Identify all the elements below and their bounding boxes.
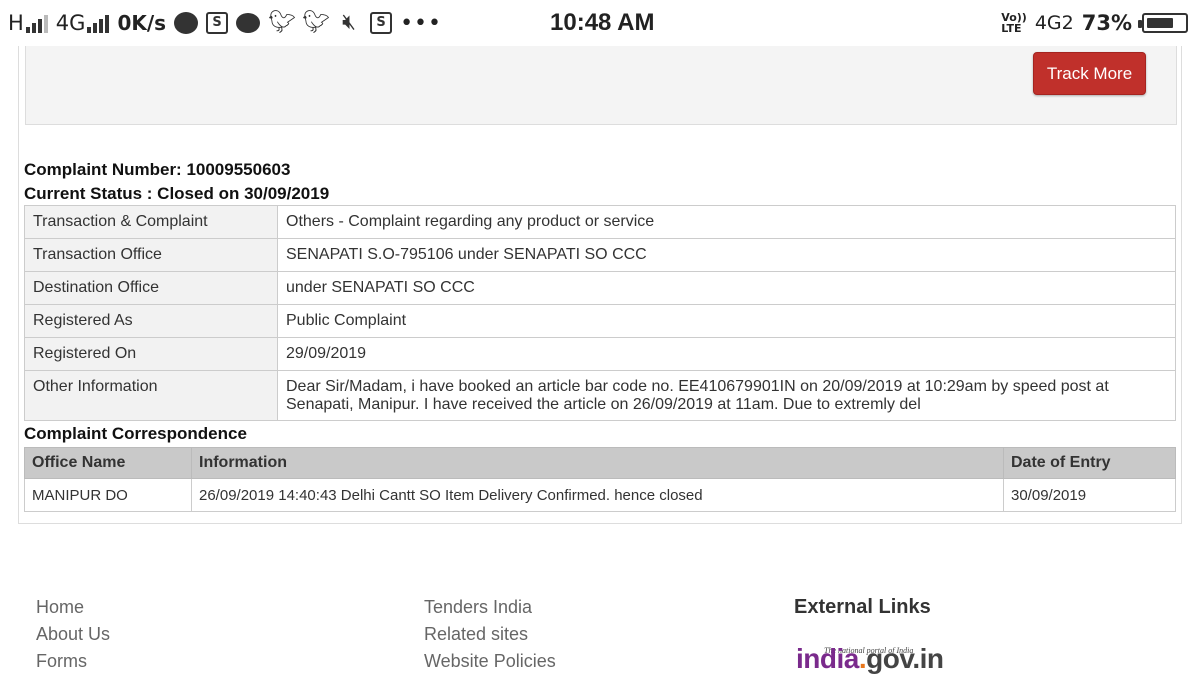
detail-value: Public Complaint [277,304,1176,338]
detail-value: Dear Sir/Madam, i have booked an article… [277,370,1176,421]
column-header: Date of Entry [1003,447,1176,479]
detail-value: SENAPATI S.O-795106 under SENAPATI SO CC… [277,238,1176,272]
shareit-icon: S [206,12,229,34]
detail-value: 29/09/2019 [277,337,1176,371]
detail-label: Registered As [24,304,278,338]
footer-link-home[interactable]: Home [36,594,110,621]
footer-link-about-us[interactable]: About Us [36,621,110,648]
complaint-number: Complaint Number: 10009550603 [24,160,291,179]
table-row: Other Information Dear Sir/Madam, i have… [24,370,1176,421]
volte-indicator: Vo)) LTE [1001,12,1027,34]
detail-label: Other Information [24,370,278,421]
table-row: MANIPUR DO 26/09/2019 14:40:43 Delhi Can… [24,478,1176,512]
detail-label: Registered On [24,337,278,371]
carrier-h: H [8,11,48,35]
table-row: Transaction Office SENAPATI S.O-795106 u… [24,238,1176,272]
complaint-header: Complaint Number: 10009550603 Current St… [24,158,329,206]
twitter-icon: 🐦︎ [302,10,330,35]
footer: Home About Us Forms Tenders India Relate… [0,590,1200,675]
clock: 10:48 AM [550,9,655,36]
signal-bars-icon [87,13,110,33]
india-gov-logo[interactable]: The national portal of India india.gov.i… [794,637,954,675]
status-bar-right: Vo)) LTE 4G2 73% [1001,0,1188,46]
footer-external-links: External Links The national portal of In… [794,594,954,675]
status-bar: H 4G 0K/s S 🐦︎ 🐦︎ 🔇︎ S ••• 10:48 AM Vo))… [0,0,1200,46]
track-more-button[interactable]: Track More [1033,52,1146,95]
network-type-label: 4G [55,11,86,35]
carrier-h-label: H [8,11,24,35]
complaint-details-table: Transaction & Complaint Others - Complai… [24,205,1176,421]
logo-gov: gov.in [866,643,944,674]
more-dots-icon: ••• [400,10,442,36]
network-4g: 4G [56,11,110,35]
correspondence-table: Office Name Information Date of Entry MA… [24,447,1176,512]
signal-bars-icon [25,13,48,33]
logo-wordmark: india.gov.in [796,643,944,675]
battery-icon [1138,13,1188,33]
network-4g2: 4G2 [1034,12,1074,34]
logo-india: india [796,643,859,674]
date-of-entry-cell: 30/09/2019 [1003,478,1176,512]
footer-link-website-policies[interactable]: Website Policies [424,648,556,675]
table-row: Destination Office under SENAPATI SO CCC [24,271,1176,305]
volte-bottom: LTE [1001,22,1022,35]
mute-icon: 🔇︎ [342,10,356,35]
column-header: Office Name [24,447,192,479]
footer-link-tenders-india[interactable]: Tenders India [424,594,556,621]
battery-percent: 73% [1081,11,1132,35]
battery-nub [1138,20,1142,28]
information-cell: 26/09/2019 14:40:43 Delhi Cantt SO Item … [191,478,1004,512]
status-bar-left: H 4G 0K/s S 🐦︎ 🐦︎ 🔇︎ S ••• [8,0,442,46]
footer-link-related-sites[interactable]: Related sites [424,621,556,648]
tracking-panel: Track More [25,46,1177,125]
detail-label: Destination Office [24,271,278,305]
detail-value: under SENAPATI SO CCC [277,271,1176,305]
column-header: Information [191,447,1004,479]
detail-label: Transaction Office [24,238,278,272]
correspondence-title: Complaint Correspondence [24,424,247,443]
table-row: Transaction & Complaint Others - Complai… [24,205,1176,239]
detail-value: Others - Complaint regarding any product… [277,205,1176,239]
table-row: Registered As Public Complaint [24,304,1176,338]
messenger-icon [174,12,199,34]
chat-bubble-icon [236,13,261,33]
twitter-icon: 🐦︎ [268,10,296,35]
complaint-status: Current Status : Closed on 30/09/2019 [24,184,330,203]
detail-label: Transaction & Complaint [24,205,278,239]
table-header-row: Office Name Information Date of Entry [24,447,1176,479]
shareit-icon: S [370,12,393,34]
footer-column-2: Tenders India Related sites Website Poli… [424,594,556,675]
office-name-cell: MANIPUR DO [24,478,192,512]
battery-fill [1147,18,1174,28]
table-row: Registered On 29/09/2019 [24,337,1176,371]
external-links-title: External Links [794,596,931,618]
footer-link-forms[interactable]: Forms [36,648,110,675]
footer-column-1: Home About Us Forms [36,594,110,675]
network-speed: 0K/s [117,11,167,35]
